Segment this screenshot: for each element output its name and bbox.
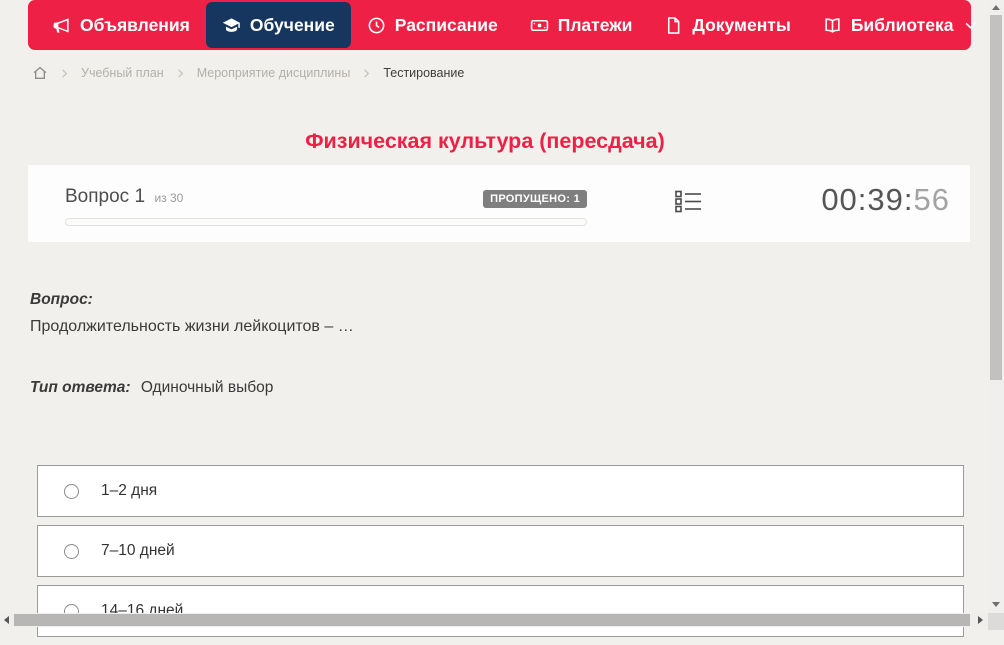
timer-seconds: 56 <box>914 182 950 217</box>
nav-item-schedule[interactable]: Расписание <box>351 2 514 48</box>
scroll-up-arrow-icon[interactable] <box>992 5 1000 10</box>
timer: 00:39:56 <box>821 182 950 218</box>
nav-item-label: Документы <box>692 15 790 36</box>
horizontal-scrollbar-thumb[interactable] <box>14 614 970 626</box>
clock-icon <box>367 16 386 35</box>
document-icon <box>664 16 683 35</box>
question-list-icon <box>675 188 705 215</box>
scrollbar-corner <box>988 613 1004 630</box>
megaphone-icon <box>52 16 71 35</box>
breadcrumb-item-discipline-event[interactable]: Мероприятие дисциплины <box>197 66 351 80</box>
breadcrumb-item-curriculum[interactable]: Учебный план <box>81 66 164 80</box>
answer-option-label: 7–10 дней <box>101 542 175 560</box>
answer-type-label: Тип ответа: <box>30 379 131 396</box>
nav-item-label: Библиотека <box>851 15 954 36</box>
nav-item-learning[interactable]: Обучение <box>206 2 351 48</box>
question-total: из 30 <box>154 191 183 205</box>
nav-item-label: Объявления <box>80 15 190 36</box>
nav-item-library[interactable]: Библиотека <box>807 2 994 48</box>
nav-item-payments[interactable]: Платежи <box>514 2 649 48</box>
nav-item-label: Расписание <box>395 15 498 36</box>
scroll-left-arrow-icon[interactable] <box>4 616 9 624</box>
nav-item-announcements[interactable]: Объявления <box>36 2 206 48</box>
nav-item-label: Обучение <box>250 15 335 36</box>
main-navbar: Объявления Обучение Расписание Платежи Д… <box>28 0 971 50</box>
question-prompt-label: Вопрос: <box>30 291 930 309</box>
chevron-right-icon <box>59 68 70 79</box>
answer-option-label: 1–2 дня <box>101 482 157 500</box>
chevron-right-icon <box>175 68 186 79</box>
question-number: Вопрос 1 <box>65 186 145 207</box>
radio-button[interactable] <box>64 484 79 499</box>
chevron-right-icon <box>361 68 372 79</box>
question-progress-block: Вопрос 1 из 30 ПРОПУЩЕНО: 1 <box>65 186 587 226</box>
radio-button[interactable] <box>64 544 79 559</box>
breadcrumb: Учебный план Мероприятие дисциплины Тест… <box>32 62 464 84</box>
horizontal-scrollbar[interactable] <box>0 613 988 627</box>
graduation-cap-icon <box>222 16 241 35</box>
page-title: Физическая культура (пересдача) <box>0 129 970 154</box>
answer-option-1[interactable]: 1–2 дня <box>37 465 964 517</box>
answer-option-3[interactable]: 14–16 дней <box>37 585 964 637</box>
timer-hours-minutes: 00:39: <box>821 182 913 217</box>
nav-item-documents[interactable]: Документы <box>648 2 806 48</box>
book-icon <box>823 16 842 35</box>
scroll-down-arrow-icon[interactable] <box>992 602 1000 607</box>
answer-option-2[interactable]: 7–10 дней <box>37 525 964 577</box>
answer-type-row: Тип ответа: Одиночный выбор <box>30 379 930 397</box>
question-block: Вопрос: Продолжительность жизни лейкоцит… <box>30 291 930 397</box>
banknote-icon <box>530 16 549 35</box>
chevron-down-icon <box>964 19 977 32</box>
skipped-badge: ПРОПУЩЕНО: 1 <box>483 190 587 208</box>
nav-item-label: Платежи <box>558 15 633 36</box>
answer-type-value: Одиночный выбор <box>141 379 274 396</box>
scroll-right-arrow-icon[interactable] <box>978 616 983 624</box>
breadcrumb-item-testing: Тестирование <box>383 66 464 80</box>
question-header-card: Вопрос 1 из 30 ПРОПУЩЕНО: 1 00:39:56 <box>28 165 970 242</box>
progress-bar <box>65 218 587 226</box>
vertical-scrollbar[interactable] <box>988 0 1004 613</box>
vertical-scrollbar-thumb[interactable] <box>990 15 1002 380</box>
question-counter: Вопрос 1 из 30 <box>65 186 183 208</box>
question-text: Продолжительность жизни лейкоцитов – … <box>30 318 930 336</box>
question-list-button[interactable] <box>675 188 705 218</box>
home-icon[interactable] <box>32 65 48 81</box>
